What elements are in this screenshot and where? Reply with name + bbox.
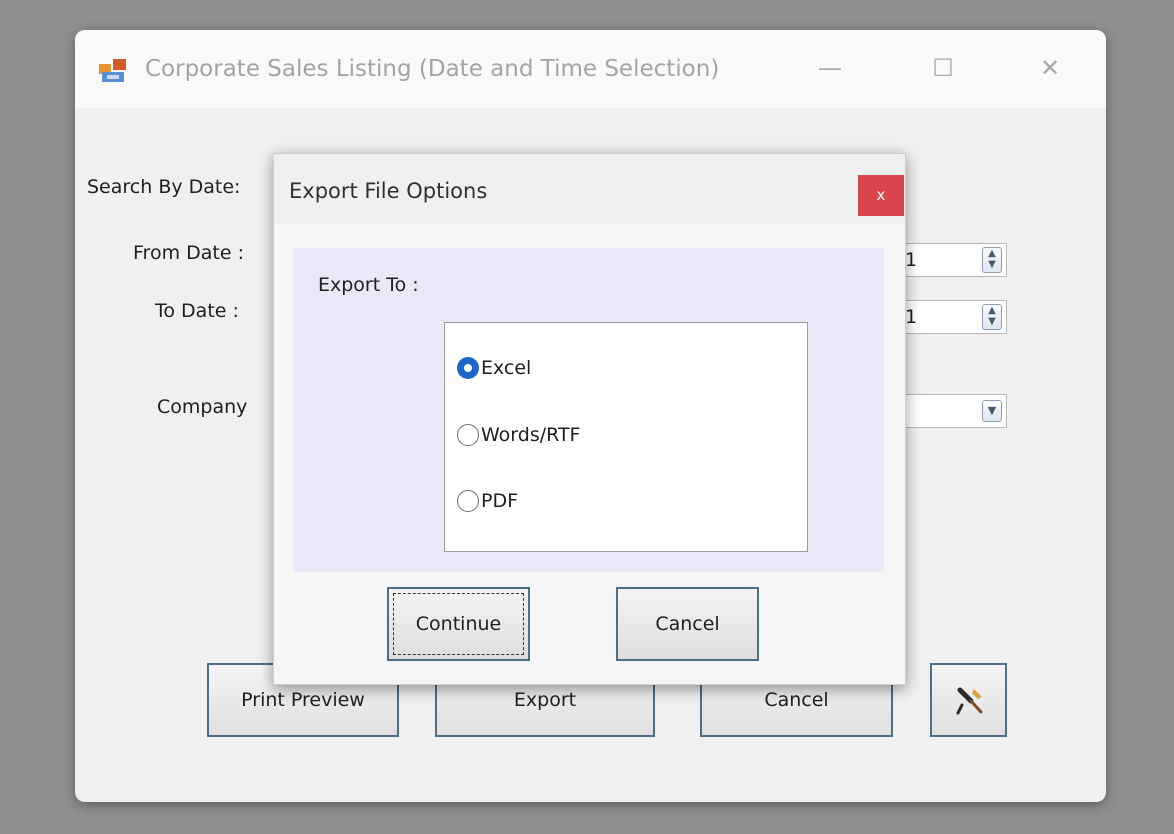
to-date-value: 1	[905, 306, 918, 328]
radio-pdf-indicator[interactable]	[457, 490, 479, 512]
tool-hammer-icon	[956, 687, 983, 715]
radio-words-rtf-indicator[interactable]	[457, 424, 479, 446]
export-to-panel: Export To : Excel Words/RTF PDF	[293, 248, 884, 572]
radio-excel-indicator[interactable]	[457, 357, 479, 379]
radio-excel-label[interactable]: Excel	[481, 357, 531, 379]
close-icon[interactable]: ✕	[1020, 44, 1080, 92]
tool-button[interactable]	[930, 663, 1007, 737]
search-by-date-label: Search By Date:	[87, 176, 241, 198]
radio-pdf[interactable]: PDF	[457, 486, 518, 516]
from-date-label: From Date :	[133, 242, 244, 264]
dialog-close-button[interactable]: x	[858, 175, 904, 216]
company-label: Company	[157, 396, 248, 418]
radio-pdf-label[interactable]: PDF	[481, 490, 518, 512]
radio-words-rtf-label[interactable]: Words/RTF	[481, 424, 581, 446]
minimize-icon[interactable]: —	[800, 44, 860, 92]
maximize-icon[interactable]: ☐	[913, 44, 973, 92]
window-title: Corporate Sales Listing (Date and Time S…	[145, 56, 720, 82]
chevron-down-icon[interactable]: ▼	[982, 400, 1002, 422]
dialog-body: Export To : Excel Words/RTF PDF	[274, 224, 905, 684]
export-file-options-dialog: Export File Options x Export To : Excel …	[273, 153, 906, 685]
export-to-label: Export To :	[318, 274, 419, 296]
dialog-titlebar: Export File Options x	[274, 154, 905, 224]
to-date-spin-icon[interactable]: ▲ ▼	[982, 304, 1002, 330]
dialog-title: Export File Options	[289, 179, 488, 203]
company-dropdown[interactable]: ▼	[905, 394, 1007, 428]
to-date-label: To Date :	[155, 300, 239, 322]
from-date-spin-icon[interactable]: ▲ ▼	[982, 247, 1002, 273]
continue-button[interactable]: Continue	[387, 587, 530, 661]
to-date-picker[interactable]: 1 ▲ ▼	[905, 300, 1007, 334]
radio-excel[interactable]: Excel	[457, 353, 531, 383]
radio-words-rtf[interactable]: Words/RTF	[457, 420, 581, 450]
export-format-group: Excel Words/RTF PDF	[444, 322, 808, 552]
dialog-cancel-button[interactable]: Cancel	[616, 587, 759, 661]
from-date-value: 1	[905, 249, 918, 271]
window-titlebar: Corporate Sales Listing (Date and Time S…	[75, 30, 1106, 108]
app-window-icon	[99, 59, 126, 82]
from-date-picker[interactable]: 1 ▲ ▼	[905, 243, 1007, 277]
